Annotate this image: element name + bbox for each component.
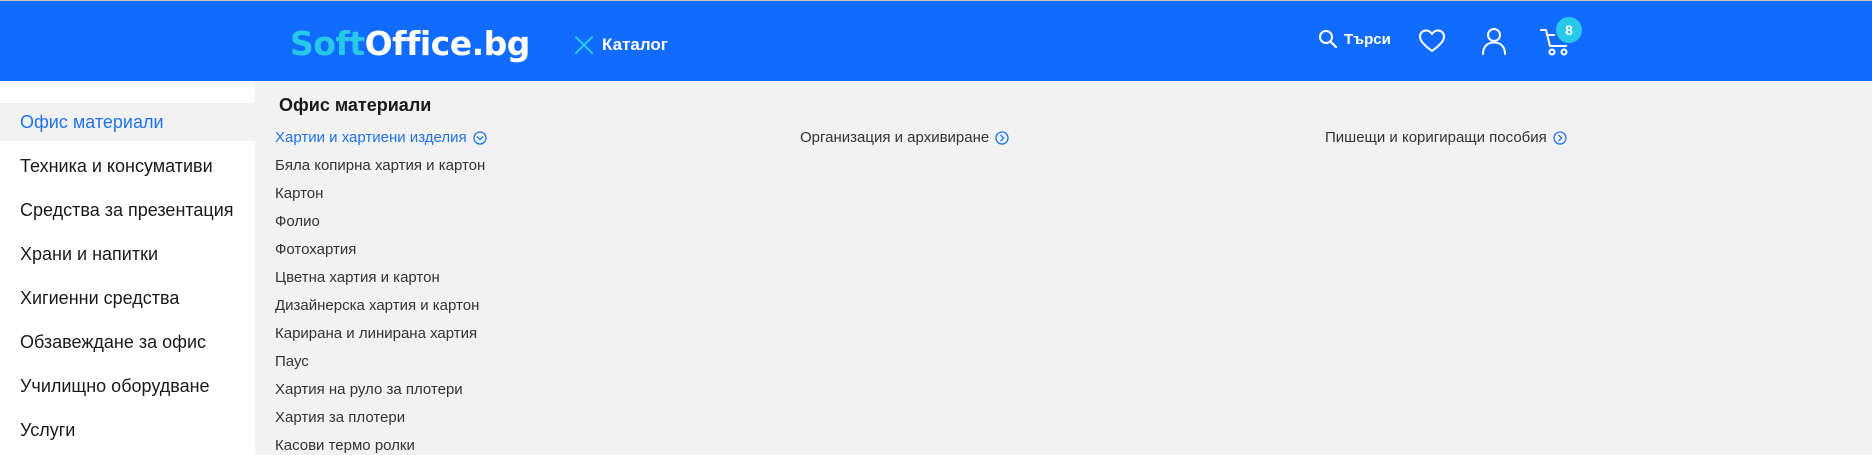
- search-button[interactable]: Търси: [1318, 29, 1391, 49]
- logo-soft: Soft: [290, 24, 365, 63]
- subcategory-link[interactable]: Хартия за плотери: [275, 409, 405, 426]
- category-sidebar: Офис материали Техника и консумативи Сре…: [0, 81, 255, 455]
- sidebar-item-school[interactable]: Училищно оборудване: [0, 367, 255, 405]
- subcategory-link[interactable]: Картон: [275, 185, 323, 202]
- close-icon: [575, 36, 593, 54]
- chevron-down-circle-icon: [472, 130, 487, 145]
- subcategory-link[interactable]: Бяла копирна хартия и картон: [275, 157, 485, 174]
- subcategory-link[interactable]: Касови термо ролки: [275, 437, 415, 454]
- catalog-panel: Офис материали Хартии и хартиени изделия…: [255, 81, 1872, 455]
- chevron-right-circle-icon: [995, 130, 1009, 145]
- category-writing-label: Пишещи и коригиращи пособия: [1325, 129, 1547, 146]
- catalog-label: Каталог: [602, 35, 668, 54]
- sidebar-item-hygiene[interactable]: Хигиенни средства: [0, 279, 255, 317]
- sidebar-item-services[interactable]: Услуги: [0, 411, 255, 449]
- subcategory-link[interactable]: Фолио: [275, 213, 320, 230]
- sidebar-item-furniture[interactable]: Обзавеждане за офис: [0, 323, 255, 361]
- heart-icon[interactable]: [1418, 28, 1446, 54]
- category-organization-label: Организация и архивиране: [800, 129, 990, 146]
- subcategory-link[interactable]: Паус: [275, 353, 309, 370]
- subcategory-link[interactable]: Цветна хартия и картон: [275, 269, 440, 286]
- category-writing[interactable]: Пишещи и коригиращи пособия: [1325, 129, 1567, 146]
- category-paper-label: Хартии и хартиени изделия: [275, 129, 467, 146]
- cart-count-badge: 8: [1554, 15, 1584, 45]
- subcategory-link[interactable]: Фотохартия: [275, 241, 356, 258]
- subcategory-link[interactable]: Карирана и линирана хартия: [275, 325, 477, 342]
- site-header: SoftOffice.bg Каталог Търси 8: [0, 0, 1872, 81]
- sidebar-item-food-drinks[interactable]: Храни и напитки: [0, 235, 255, 273]
- subcategory-link[interactable]: Дизайнерска хартия и картон: [275, 297, 479, 314]
- search-icon: [1319, 30, 1338, 49]
- sidebar-item-office-supplies[interactable]: Офис материали: [0, 103, 255, 141]
- chevron-right-circle-icon: [1553, 130, 1567, 145]
- subcategory-link[interactable]: Хартия на руло за плотери: [275, 381, 463, 398]
- logo-office: Office.bg: [364, 24, 531, 63]
- site-logo[interactable]: SoftOffice.bg: [290, 24, 530, 63]
- header-top-border: [0, 0, 1872, 1]
- category-organization[interactable]: Организация и архивиране: [800, 129, 1009, 146]
- section-title: Офис материали: [279, 95, 432, 115]
- sidebar-item-tech[interactable]: Техника и консумативи: [0, 147, 255, 185]
- search-label: Търси: [1344, 30, 1391, 48]
- sidebar-item-presentation[interactable]: Средства за презентация: [0, 191, 255, 229]
- catalog-toggle[interactable]: Каталог: [574, 32, 668, 58]
- user-icon[interactable]: [1481, 27, 1507, 55]
- category-paper[interactable]: Хартии и хартиени изделия: [275, 129, 487, 146]
